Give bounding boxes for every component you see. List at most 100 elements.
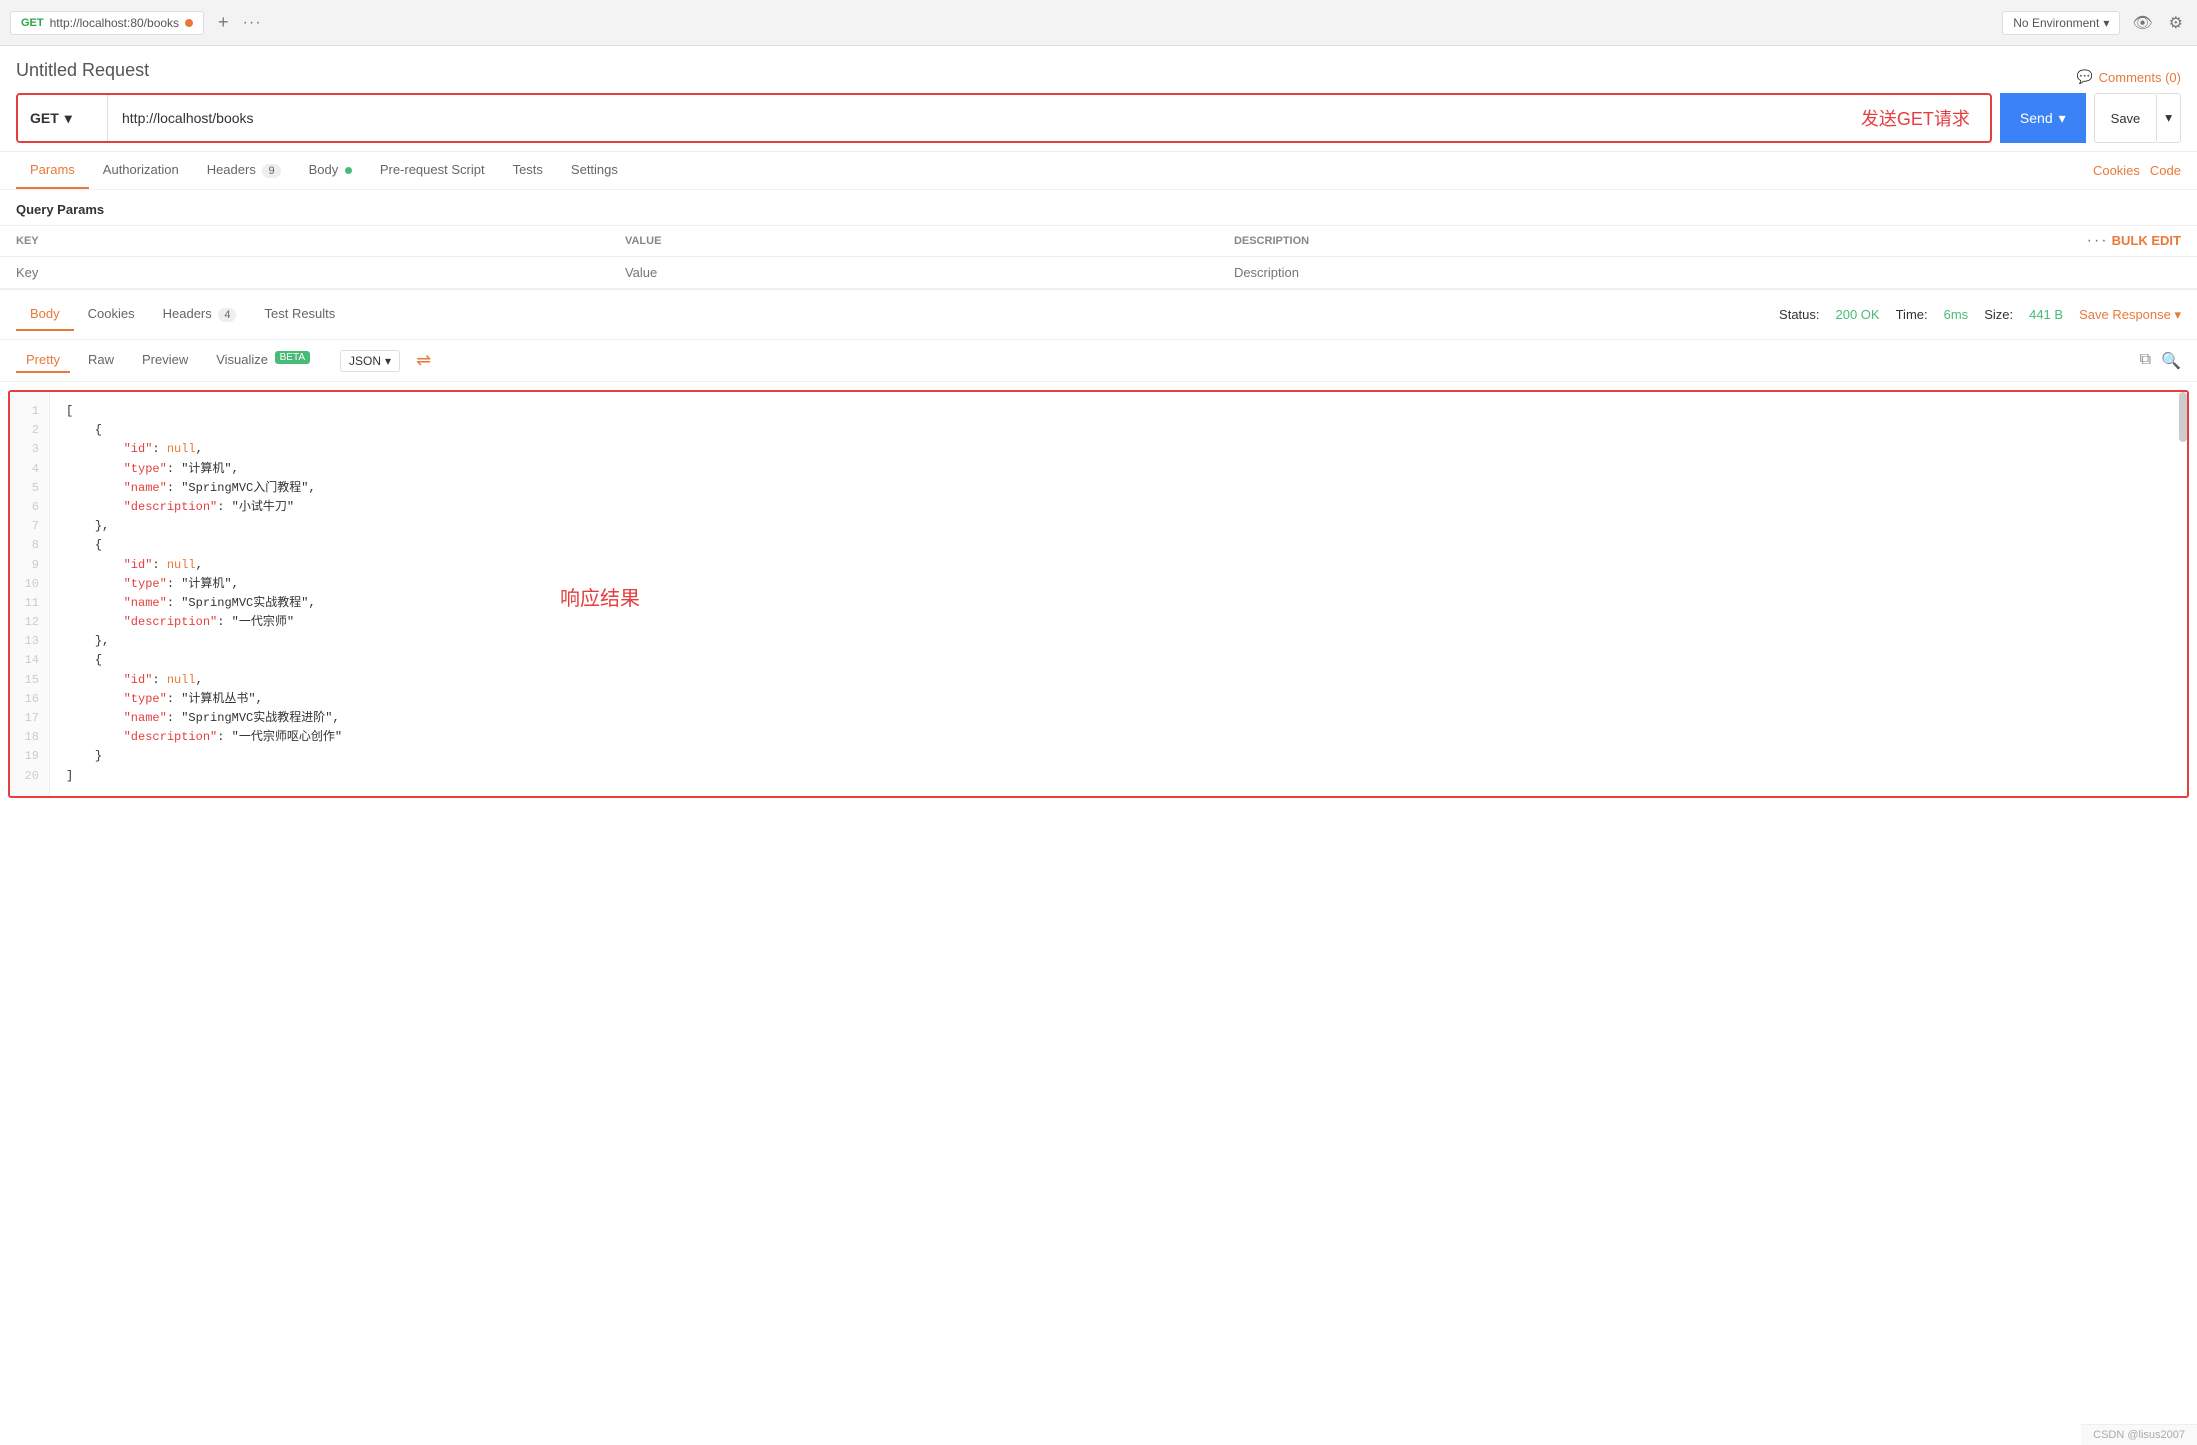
- code-line-20: ]: [66, 767, 2171, 786]
- new-tab-button[interactable]: +: [212, 10, 235, 35]
- request-title: Untitled Request: [16, 60, 149, 81]
- request-area: Untitled Request 💬 Comments (0) GET ▾ 发送…: [0, 46, 2197, 152]
- desc-cell[interactable]: [1218, 257, 1827, 289]
- size-value: 441 B: [2029, 307, 2063, 322]
- copy-icon[interactable]: ⧉: [2140, 351, 2151, 371]
- footer: CSDN @lisus2007: [2081, 1424, 2197, 1445]
- response-tabs: Body Cookies Headers 4 Test Results: [16, 298, 349, 331]
- code-line-7: },: [66, 517, 2171, 536]
- tab-tests[interactable]: Tests: [499, 152, 557, 189]
- resp-tab-test-results[interactable]: Test Results: [250, 298, 349, 331]
- environment-selector[interactable]: No Environment ▾: [2002, 11, 2120, 35]
- col-value: VALUE: [609, 226, 1218, 257]
- format-type-label: JSON: [349, 354, 381, 368]
- desc-input[interactable]: [1234, 265, 1410, 280]
- format-tab-pretty[interactable]: Pretty: [16, 348, 70, 373]
- wrap-icon[interactable]: ⇌: [416, 350, 431, 371]
- format-type-select[interactable]: JSON ▾: [340, 350, 400, 372]
- format-tab-raw[interactable]: Raw: [78, 348, 124, 373]
- query-params-title: Query Params: [0, 190, 2197, 225]
- send-chevron-icon: ▾: [2059, 110, 2066, 127]
- code-line-4: "type": "计算机",: [66, 460, 2171, 479]
- status-label: Status:: [1779, 307, 1819, 322]
- code-line-17: "name": "SpringMVC实战教程进阶",: [66, 709, 2171, 728]
- code-line-12: "description": "一代宗师": [66, 613, 2171, 632]
- code-link[interactable]: Code: [2150, 163, 2181, 178]
- code-line-3: "id": null,: [66, 440, 2171, 459]
- send-button[interactable]: Send ▾: [2000, 93, 2086, 143]
- code-line-6: "description": "小试牛刀": [66, 498, 2171, 517]
- top-bar-right: No Environment ▾ 👁 ⚙: [2002, 9, 2187, 37]
- code-line-13: },: [66, 632, 2171, 651]
- tab-params[interactable]: Params: [16, 152, 89, 189]
- value-cell[interactable]: [609, 257, 1218, 289]
- save-arrow-button[interactable]: ▾: [2157, 93, 2181, 143]
- send-label: Send: [2020, 110, 2053, 126]
- save-response-button[interactable]: Save Response ▾: [2079, 307, 2181, 323]
- resp-tab-headers[interactable]: Headers 4: [149, 298, 251, 331]
- bulk-edit-link[interactable]: Bulk Edit: [2112, 233, 2181, 248]
- search-icon[interactable]: 🔍: [2161, 351, 2181, 371]
- code-output-area: 12345 678910 1112131415 1617181920 [ { "…: [0, 382, 2197, 806]
- code-line-8: {: [66, 536, 2171, 555]
- code-block: 12345 678910 1112131415 1617181920 [ { "…: [8, 390, 2189, 798]
- code-line-5: "name": "SpringMVC入门教程",: [66, 479, 2171, 498]
- top-bar: GET http://localhost:80/books + ··· No E…: [0, 0, 2197, 46]
- response-header: Body Cookies Headers 4 Test Results Stat…: [0, 289, 2197, 340]
- save-group: Save ▾: [2086, 93, 2181, 143]
- url-bar: GET ▾ 发送GET请求: [16, 93, 1992, 143]
- get-annotation: 发送GET请求: [1841, 95, 1990, 141]
- comments-icon: 💬: [2076, 69, 2092, 85]
- col-key: KEY: [0, 226, 609, 257]
- send-save-group: Send ▾ Save ▾: [2000, 93, 2181, 143]
- format-chevron-icon: ▾: [385, 354, 391, 368]
- env-label: No Environment: [2013, 16, 2099, 30]
- headers-badge: 9: [262, 164, 280, 178]
- value-input[interactable]: [625, 265, 801, 280]
- status-value: 200 OK: [1836, 307, 1880, 322]
- request-tab[interactable]: GET http://localhost:80/books: [10, 11, 204, 35]
- tab-prerequest[interactable]: Pre-request Script: [366, 152, 499, 189]
- eye-icon-btn[interactable]: 👁: [2128, 9, 2156, 37]
- cookies-link[interactable]: Cookies: [2093, 163, 2140, 178]
- footer-text: CSDN @lisus2007: [2093, 1429, 2185, 1441]
- col-actions: ··· Bulk Edit: [1827, 226, 2197, 257]
- resp-tab-cookies[interactable]: Cookies: [74, 298, 149, 331]
- save-button[interactable]: Save: [2094, 93, 2158, 143]
- code-line-16: "type": "计算机丛书",: [66, 690, 2171, 709]
- code-line-14: {: [66, 651, 2171, 670]
- resp-tab-body[interactable]: Body: [16, 298, 74, 331]
- code-line-18: "description": "一代宗师呕心创作": [66, 728, 2171, 747]
- params-table: KEY VALUE DESCRIPTION ··· Bulk Edit: [0, 225, 2197, 289]
- tab-authorization[interactable]: Authorization: [89, 152, 193, 189]
- tab-method: GET: [21, 17, 44, 29]
- url-input[interactable]: [108, 95, 1841, 141]
- more-tabs-button[interactable]: ···: [243, 14, 262, 32]
- format-right: ⧉ 🔍: [2140, 351, 2181, 371]
- tabs-right: Cookies Code: [2093, 163, 2181, 178]
- code-line-1: [: [66, 402, 2171, 421]
- chevron-down-icon: ▾: [2103, 16, 2109, 30]
- code-line-9: "id": null,: [66, 556, 2171, 575]
- request-tabs-bar: Params Authorization Headers 9 Body Pre-…: [0, 152, 2197, 190]
- format-tab-visualize[interactable]: Visualize BETA: [206, 348, 320, 373]
- more-options-button[interactable]: ···: [2087, 232, 2109, 250]
- code-line-10: "type": "计算机",: [66, 575, 2171, 594]
- key-cell[interactable]: [0, 257, 609, 289]
- tab-headers[interactable]: Headers 9: [193, 152, 295, 189]
- tab-settings[interactable]: Settings: [557, 152, 632, 189]
- method-value: GET: [30, 110, 59, 126]
- method-select[interactable]: GET ▾: [18, 95, 108, 141]
- key-input[interactable]: [16, 265, 192, 280]
- settings-icon-btn[interactable]: ⚙: [2165, 9, 2187, 37]
- row-action-cell: [1827, 257, 2197, 289]
- tab-dot-indicator: [185, 19, 193, 27]
- beta-badge: BETA: [275, 351, 310, 364]
- format-tab-preview[interactable]: Preview: [132, 348, 198, 373]
- format-bar: Pretty Raw Preview Visualize BETA JSON ▾…: [0, 340, 2197, 382]
- code-line-11: "name": "SpringMVC实战教程",: [66, 594, 2171, 613]
- comments-link[interactable]: Comments (0): [2099, 70, 2181, 85]
- tab-body[interactable]: Body: [295, 152, 366, 189]
- scrollbar-thumb[interactable]: [2179, 392, 2187, 442]
- code-line-15: "id": null,: [66, 671, 2171, 690]
